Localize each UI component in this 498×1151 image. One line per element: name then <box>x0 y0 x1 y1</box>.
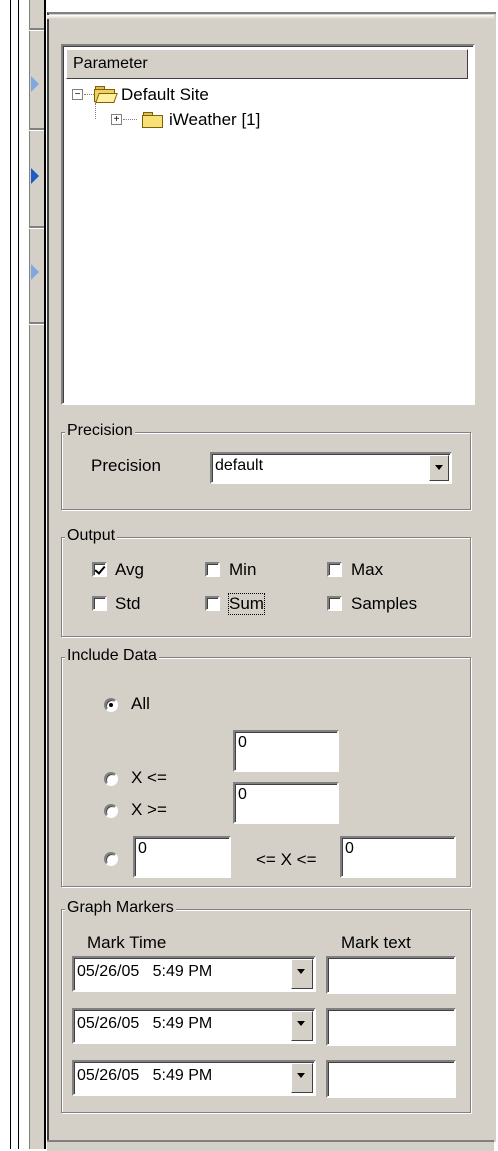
std-checkbox[interactable] <box>92 596 107 611</box>
x-le-radio[interactable] <box>104 772 118 786</box>
output-group <box>61 537 471 637</box>
range-radio[interactable] <box>104 852 118 866</box>
mark-time-value: 05/26/05 5:49 PM <box>77 1067 213 1084</box>
mark-time-header: Mark Time <box>87 933 167 952</box>
expand-arrow-icon[interactable] <box>31 76 39 92</box>
std-label: Std <box>115 594 141 613</box>
left-border-line <box>10 0 11 1149</box>
mark-time-value: 05/26/05 5:49 PM <box>77 1015 213 1032</box>
mark-text-input-3[interactable] <box>326 1060 456 1098</box>
panel-divider <box>44 0 46 1149</box>
avg-label: Avg <box>115 560 144 579</box>
tree-connector <box>84 94 94 95</box>
precision-select[interactable]: default <box>210 452 452 484</box>
mark-text-input-2[interactable] <box>326 1008 456 1046</box>
min-label: Min <box>229 560 257 579</box>
samples-checkbox[interactable] <box>327 596 342 611</box>
precision-label: Precision <box>91 456 161 475</box>
mark-time-picker-2[interactable]: 05/26/05 5:49 PM <box>72 1008 316 1044</box>
open-folder-icon <box>94 86 118 103</box>
strip-separator <box>29 226 44 229</box>
range-label: <= X <= <box>256 850 317 869</box>
min-checkbox[interactable] <box>205 562 220 577</box>
panel-top-highlight <box>47 15 494 19</box>
chevron-down-icon[interactable] <box>429 455 449 481</box>
expand-toggle-icon[interactable]: + <box>111 114 122 125</box>
expand-arrow-icon[interactable] <box>31 168 39 184</box>
folder-icon <box>142 112 163 128</box>
tree-connector <box>123 119 137 120</box>
tree-node-iweather[interactable]: iWeather [1] <box>169 110 260 130</box>
samples-label: Samples <box>351 594 418 613</box>
avg-checkbox[interactable] <box>92 562 107 577</box>
mark-text-header: Mark text <box>341 933 411 952</box>
precision-group-title: Precision <box>65 422 135 440</box>
x-ge-label: X >= <box>131 800 167 819</box>
output-group-title: Output <box>65 527 118 545</box>
mark-time-value: 05/26/05 5:49 PM <box>77 963 213 980</box>
mark-time-picker-3[interactable]: 05/26/05 5:49 PM <box>72 1060 316 1096</box>
strip-separator <box>29 28 44 31</box>
mark-text-input-1[interactable] <box>326 956 456 994</box>
max-checkbox[interactable] <box>327 562 342 577</box>
tree-column-header[interactable]: Parameter <box>66 49 468 79</box>
collapse-toggle-icon[interactable]: − <box>72 89 83 100</box>
x-le-label: X <= <box>131 768 167 787</box>
tree-connector <box>95 103 96 119</box>
all-label: All <box>131 694 150 713</box>
range-low-input[interactable]: 0 <box>133 836 231 878</box>
parameter-tree[interactable]: Parameter − Default Site + iWeather [1] <box>61 44 475 405</box>
all-radio[interactable] <box>104 698 118 712</box>
left-border-line <box>18 0 19 1149</box>
x-le-input[interactable]: 0 <box>233 730 339 772</box>
expand-arrow-icon[interactable] <box>31 264 39 280</box>
graph-markers-group-title: Graph Markers <box>65 899 176 917</box>
panel-bottom-edge <box>47 1140 494 1151</box>
range-high-input[interactable]: 0 <box>340 836 456 878</box>
precision-select-value: default <box>215 457 264 474</box>
x-ge-input[interactable]: 0 <box>233 782 339 824</box>
strip-separator <box>29 322 44 325</box>
x-ge-radio[interactable] <box>104 804 118 818</box>
mark-time-picker-1[interactable]: 05/26/05 5:49 PM <box>72 956 316 992</box>
chevron-down-icon[interactable] <box>291 959 313 989</box>
strip-separator <box>29 128 44 131</box>
include-data-group-title: Include Data <box>65 647 159 665</box>
max-label: Max <box>351 560 384 579</box>
sum-label: Sum <box>228 593 265 615</box>
chevron-down-icon[interactable] <box>291 1063 313 1093</box>
sum-checkbox[interactable] <box>205 596 220 611</box>
chevron-down-icon[interactable] <box>291 1011 313 1041</box>
tree-node-default-site[interactable]: Default Site <box>121 85 209 105</box>
